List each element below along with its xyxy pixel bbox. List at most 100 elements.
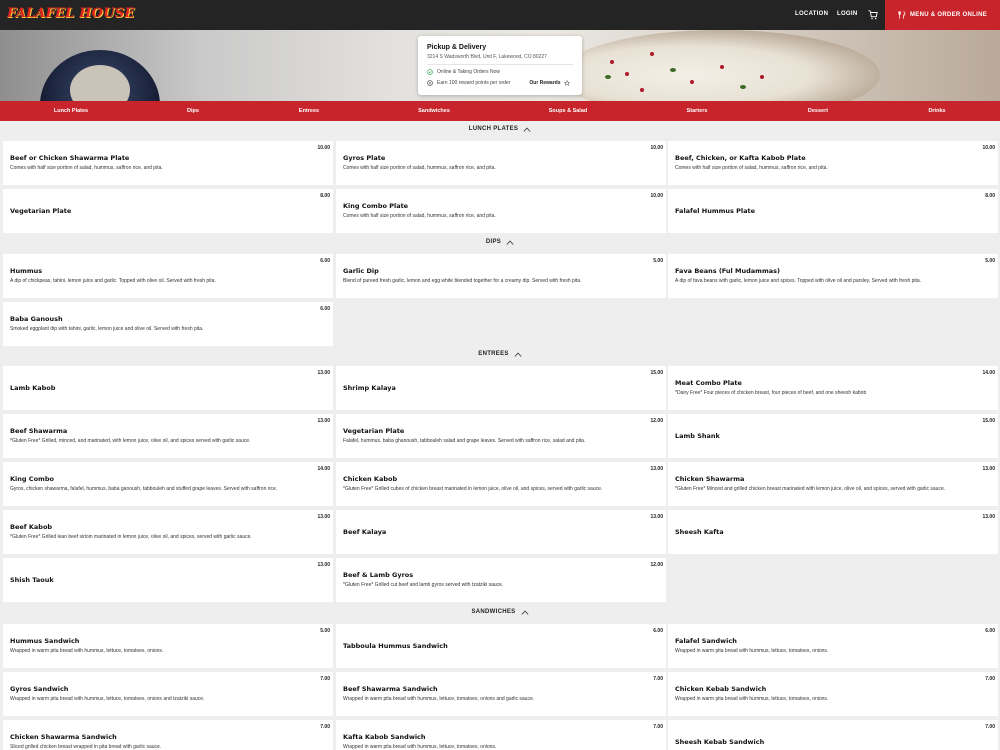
menu-item-price: 8.00 [985,193,995,199]
category-soups-salad[interactable]: Soups & Salad [549,108,588,114]
menu-item-card[interactable]: 13.00 Lamb Kabob [3,366,333,410]
category-lunch-plates[interactable]: Lunch Plates [54,108,88,114]
menu-item-description: Wrapped in warm pita bread with hummus, … [10,648,164,654]
category-starters[interactable]: Starters [687,108,708,114]
menu-item-card[interactable]: 15.00 Lamb Shank [668,414,998,458]
menu-item-card[interactable]: 7.00 Chicken Shawarma Sandwich Sliced gril… [3,720,333,750]
menu-item-card[interactable]: 8.00 Vegetarian Plate [3,189,333,233]
menu-item-body: Shish Taouk [10,558,319,602]
menu-item-card[interactable]: 7.00 Chicken Kebab Sandwich Wrapped in war… [668,672,998,716]
menu-item-name: Beef Kabob [10,523,53,531]
section-header[interactable]: ENTREES [0,348,1000,360]
pickup-title: Pickup & Delivery [427,44,487,51]
category-sandwiches[interactable]: Sandwiches [418,108,450,114]
menu-item-price: 13.00 [982,466,995,472]
menu-item-description: Wrapped in warm pita bread with hummus, … [343,744,497,750]
menu-item-body: Shrimp Kalaya [343,366,652,410]
menu-item-card[interactable]: 12.00 Beef & Lamb Gyros *Gluten Free* Gril… [336,558,666,602]
section-title: DIPS [485,239,502,245]
menu-item-body: Fava Beans (Ful Mudammas) A dip of fava b… [675,254,984,298]
menu-item-card[interactable]: 8.00 Falafel Hummus Plate [668,189,998,233]
category-dessert[interactable]: Dessert [808,108,828,114]
chevron-up-icon[interactable] [521,609,529,615]
menu-item-card[interactable]: 6.00 Tabboula Hummus Sandwich [336,624,666,668]
menu-item-name: Beef Kalaya [343,527,387,536]
section-header[interactable]: SANDWICHES [0,606,1000,618]
menu-item-card[interactable]: 15.00 Shrimp Kalaya [336,366,666,410]
menu-item-name: Vegetarian Plate [343,427,405,435]
menu-item-name: King Combo Plate [343,202,409,210]
menu-item-card[interactable]: 6.00 Baba Ganoush Smoked eggplant dip with… [3,302,333,346]
menu-item-body: Hummus A dip of chickpeas, tahini, lemon … [10,254,319,298]
pickup-reward-row: Earn 100 reward points per order Our Rew… [427,79,573,87]
menu-item-card[interactable]: 14.00 King Combo Gyros, chicken shawarma, … [3,462,333,506]
section-title: LUNCH PLATES [468,126,519,132]
menu-item-price: 15.00 [650,370,663,376]
section-header[interactable]: DIPS [0,236,1000,248]
section-header[interactable]: LUNCH PLATES [0,123,1000,135]
chevron-up-icon[interactable] [506,239,514,245]
nav-location-link[interactable]: LOCATION [795,11,828,17]
menu-item-card[interactable]: 6.00 Hummus A dip of chickpeas, tahini, le… [3,254,333,298]
menu-item-card[interactable]: 5.00 Garlic Dip Blend of pureed fresh garl… [336,254,666,298]
menu-order-online-button[interactable]: MENU & ORDER ONLINE [885,0,1000,30]
nav-login-link[interactable]: LOGIN [837,11,858,17]
menu-item-card[interactable]: 5.00 Hummus Sandwich Wrapped in warm pita … [3,624,333,668]
menu-item-card[interactable]: 13.00 Beef Shawarma *Gluten Free* Grilled,… [3,414,333,458]
restaurant-logo[interactable]: FALAFEL HOUSE [7,6,134,21]
menu-item-body: Kafta Kabob Sandwich Wrapped in warm pita… [343,720,652,750]
menu-item-body: Chicken Kebab Sandwich Wrapped in warm pi… [675,672,984,716]
top-header: FALAFEL HOUSE LOCATION LOGIN MENU & ORDE… [0,0,1000,30]
menu-item-name: Fava Beans (Ful Mudammas) [675,267,780,275]
menu-item-body: Lamb Kabob [10,366,319,410]
menu-item-price: 8.00 [320,193,330,199]
menu-item-card[interactable]: 10.00 King Combo Plate Comes with half siz… [336,189,666,233]
menu-item-card[interactable]: 10.00 Beef, Chicken, or Kafta Kabob Plate… [668,141,998,185]
menu-item-card[interactable]: 13.00 Beef Kalaya [336,510,666,554]
menu-item-card[interactable]: 13.00 Chicken Kabob *Gluten Free* Grilled … [336,462,666,506]
menu-item-price: 12.00 [650,562,663,568]
menu-item-card[interactable]: 7.00 Beef Shawarma Sandwich Wrapped in war… [336,672,666,716]
menu-item-card[interactable]: 7.00 Gyros Sandwich Wrapped in warm pita b… [3,672,333,716]
chevron-up-icon[interactable] [523,126,531,132]
menu-item-description: Wrapped in warm pita bread with hummus, … [10,696,205,702]
menu-item-body: Lamb Shank [675,414,984,458]
menu-item-price: 6.00 [653,628,663,634]
menu-item-card[interactable]: 13.00 Sheesh Kafta [668,510,998,554]
menu-item-name: Chicken Shawarma [675,475,745,483]
menu-item-price: 10.00 [650,193,663,199]
menu-item-card[interactable]: 13.00 Shish Taouk [3,558,333,602]
menu-item-card[interactable]: 13.00 Chicken Shawarma *Gluten Free* Mince… [668,462,998,506]
menu-item-name: Gyros Sandwich [10,685,69,693]
chevron-up-icon[interactable] [514,351,522,357]
pickup-delivery-card[interactable]: Pickup & Delivery 3214 S Wadsworth Blvd,… [418,36,582,95]
menu-item-price: 13.00 [650,466,663,472]
category-dips[interactable]: Dips [187,108,199,114]
our-rewards-link[interactable]: Our Rewards [529,80,570,86]
menu-item-name: Garlic Dip [343,267,379,275]
category-entrees[interactable]: Entrees [299,108,319,114]
menu-item-price: 5.00 [985,258,995,264]
menu-item-card[interactable]: 6.00 Falafel Sandwich Wrapped in warm pita… [668,624,998,668]
menu-item-body: Tabboula Hummus Sandwich [343,624,652,668]
menu-item-price: 7.00 [653,676,663,682]
menu-item-card[interactable]: 12.00 Vegetarian Plate Falafel, hummus, ba… [336,414,666,458]
cart-icon[interactable] [868,10,878,20]
menu-item-card[interactable]: 14.00 Meat Combo Plate *Dairy Free* Four p… [668,366,998,410]
menu-item-name: Beef & Lamb Gyros [343,571,414,579]
menu-item-price: 12.00 [650,418,663,424]
menu-item-name: Beef Shawarma Sandwich [343,685,438,693]
menu-item-card[interactable]: 10.00 Beef or Chicken Shawarma Plate Comes… [3,141,333,185]
menu-item-card[interactable]: 7.00 Sheesh Kebab Sandwich [668,720,998,750]
menu-item-name: Hummus Sandwich [10,637,80,645]
menu-item-body: Chicken Kabob *Gluten Free* Grilled cubes… [343,462,652,506]
menu-item-price: 7.00 [320,676,330,682]
menu-item-card[interactable]: 13.00 Beef Kabob *Gluten Free* Grilled lea… [3,510,333,554]
menu-item-card[interactable]: 7.00 Kafta Kabob Sandwich Wrapped in warm … [336,720,666,750]
menu-item-card[interactable]: 5.00 Fava Beans (Ful Mudammas) A dip of fa… [668,254,998,298]
menu-item-card[interactable]: 10.00 Gyros Plate Comes with half size por… [336,141,666,185]
menu-item-name: Chicken Kabob [343,475,398,483]
category-drinks[interactable]: Drinks [928,108,945,114]
menu-item-body: Beef or Chicken Shawarma Plate Comes with… [10,141,319,185]
menu-item-name: Kafta Kabob Sandwich [343,733,426,741]
